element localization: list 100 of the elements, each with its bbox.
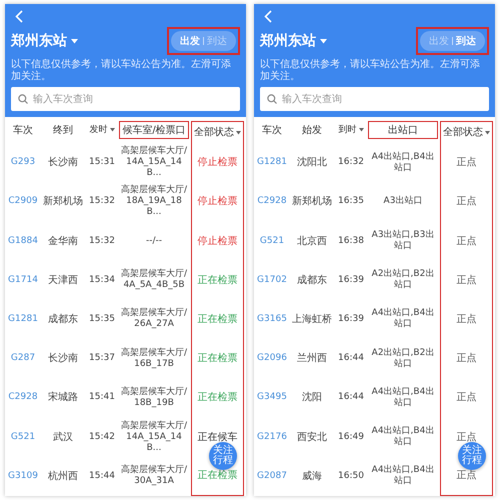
toggle-option[interactable]: 到达	[453, 33, 479, 49]
table-cell-text: 16:39	[337, 312, 365, 326]
table-cell-text: A4出站口,B4出站口	[370, 386, 436, 410]
follow-button[interactable]: 关注行程	[458, 442, 486, 470]
follow-button[interactable]: 关注行程	[209, 442, 237, 470]
train-number[interactable]: C2928	[5, 378, 41, 418]
train-number[interactable]: G3109	[5, 456, 41, 496]
column-header[interactable]: 发时	[85, 121, 119, 139]
table-cell-text: 杭州西	[47, 470, 79, 484]
table-cell-text: 15:32	[88, 234, 116, 248]
table-cell-text: A3出站口,B3出站口	[370, 228, 436, 254]
table-cell-text: A2出站口,B2出站口	[370, 346, 436, 371]
toggle-option[interactable]: 出发	[177, 33, 203, 49]
train-number[interactable]: G2096	[254, 339, 290, 378]
train-number[interactable]: G1702	[254, 260, 290, 300]
status-text: 正点	[440, 182, 493, 222]
train-number[interactable]: G2176	[254, 418, 290, 457]
notice-text: 以下信息仅供参考，请以车站公告为准。左滑可添加关注。	[11, 59, 232, 83]
sort-caret-icon	[358, 128, 364, 132]
column-header: 车次	[12, 124, 34, 138]
table-cell-text: 北京西	[296, 234, 328, 249]
table-cell-text: A4出站口,B4出站口	[370, 424, 436, 450]
toggle-option[interactable]: 出发	[426, 33, 452, 49]
table-cell-text: A4出站口,B4出站口	[370, 306, 436, 332]
train-number[interactable]: G3495	[254, 378, 290, 418]
train-number[interactable]: C2909	[5, 182, 41, 222]
sort-caret-icon	[110, 128, 114, 132]
status-text: 正在检票	[191, 378, 244, 418]
caret-icon	[71, 38, 78, 44]
sort-caret-icon	[236, 130, 241, 134]
table-cell-text: 16:35	[337, 195, 365, 208]
table-cell-text: 天津西	[47, 274, 79, 288]
train-number[interactable]: G1281	[254, 143, 290, 182]
status-text: 停止检票	[191, 143, 244, 182]
table-cell-text: 15:42	[88, 430, 116, 444]
column-header: 终到	[52, 124, 74, 138]
table-cell-text: 15:41	[88, 391, 116, 404]
station-dropdown[interactable]: 郑州东站	[11, 32, 78, 50]
table-cell-text: 武汉	[52, 430, 74, 445]
train-number[interactable]: G3165	[254, 300, 290, 340]
table-cell-text: 新郑机场	[291, 194, 333, 210]
train-number[interactable]: G521	[254, 221, 290, 261]
train-number[interactable]: G1884	[5, 221, 41, 261]
train-number[interactable]: G1714	[5, 260, 41, 300]
status-text: 正点	[440, 378, 493, 418]
caret-icon	[320, 38, 327, 44]
status-text: 正点	[440, 221, 493, 261]
table-cell-text: 16:44	[337, 391, 365, 404]
table-cell-text: 高架层候车大厅/4A_5A_4B_5B	[120, 268, 188, 292]
train-number[interactable]: G293	[5, 143, 41, 182]
status-text: 正点	[440, 300, 493, 340]
status-text: 正点	[440, 260, 493, 300]
table-cell-text: 成都东	[296, 274, 328, 288]
table-cell-text: A4出站口,B4出站口	[370, 464, 436, 488]
table-cell-text: 高架层候车大厅/18A_19A_18B...	[120, 184, 188, 220]
table-cell-text: 新郑机场	[42, 194, 84, 210]
table-cell-text: 西安北	[296, 430, 328, 445]
station-dropdown[interactable]: 郑州东站	[260, 32, 327, 50]
back-icon[interactable]	[15, 10, 23, 23]
table-cell-text: 上海虹桥	[291, 312, 333, 327]
table-cell-text: 15:35	[88, 312, 116, 326]
table-cell-text: --/--	[144, 234, 164, 248]
table-cell-text: 沈阳	[301, 390, 323, 406]
train-number[interactable]: G287	[5, 339, 41, 378]
search-field[interactable]: 输入车次查询	[11, 87, 240, 111]
status-text: 正点	[440, 143, 493, 182]
table-cell-text: 15:31	[88, 156, 116, 170]
train-number[interactable]: C2928	[254, 182, 290, 222]
notice-text: 以下信息仅供参考，请以车站公告为准。左滑可添加关注。	[260, 59, 481, 83]
table-cell-text: A3出站口	[382, 194, 424, 208]
table-cell-text: 16:38	[337, 234, 365, 248]
column-header: 车次	[261, 124, 283, 138]
table-cell-text: 成都东	[47, 312, 79, 327]
table-cell-text: 15:44	[88, 470, 116, 483]
table-cell-text: 15:37	[88, 352, 116, 366]
table-cell-text: 高架层候车大厅/18B_19B	[120, 386, 188, 410]
table-cell-text: 威海	[301, 470, 323, 484]
table-cell-text: 高架层候车大厅/26A_27A	[120, 306, 188, 332]
train-number[interactable]: G1281	[5, 300, 41, 340]
search-icon	[267, 94, 277, 104]
table-cell-text: 高架层候车大厅/30A_31A	[120, 464, 188, 488]
table-cell-text: 16:49	[337, 430, 365, 444]
status-text: 停止检票	[191, 182, 244, 222]
column-header: 始发	[301, 124, 323, 138]
table-cell-text: 高架层候车大厅/14A_15A_14B...	[120, 144, 188, 180]
status-text: 正在检票	[191, 339, 244, 378]
search-field[interactable]: 输入车次查询	[260, 87, 489, 111]
table-cell-text: 16:44	[337, 352, 365, 366]
table-cell-text: 15:32	[88, 195, 116, 208]
train-number[interactable]: G521	[5, 418, 41, 457]
column-header[interactable]: 到时	[334, 121, 368, 139]
train-number[interactable]: G2087	[254, 456, 290, 496]
table-cell-text: 长沙南	[47, 156, 79, 170]
table-cell-text: 16:39	[337, 274, 365, 287]
toggle-option[interactable]: 到达	[204, 33, 230, 49]
table-cell-text: 长沙南	[47, 352, 79, 366]
table-cell-text: 兰州西	[296, 352, 328, 366]
status-text: 正在检票	[191, 260, 244, 300]
back-icon[interactable]	[264, 10, 272, 23]
column-header: 出站口	[368, 121, 438, 139]
